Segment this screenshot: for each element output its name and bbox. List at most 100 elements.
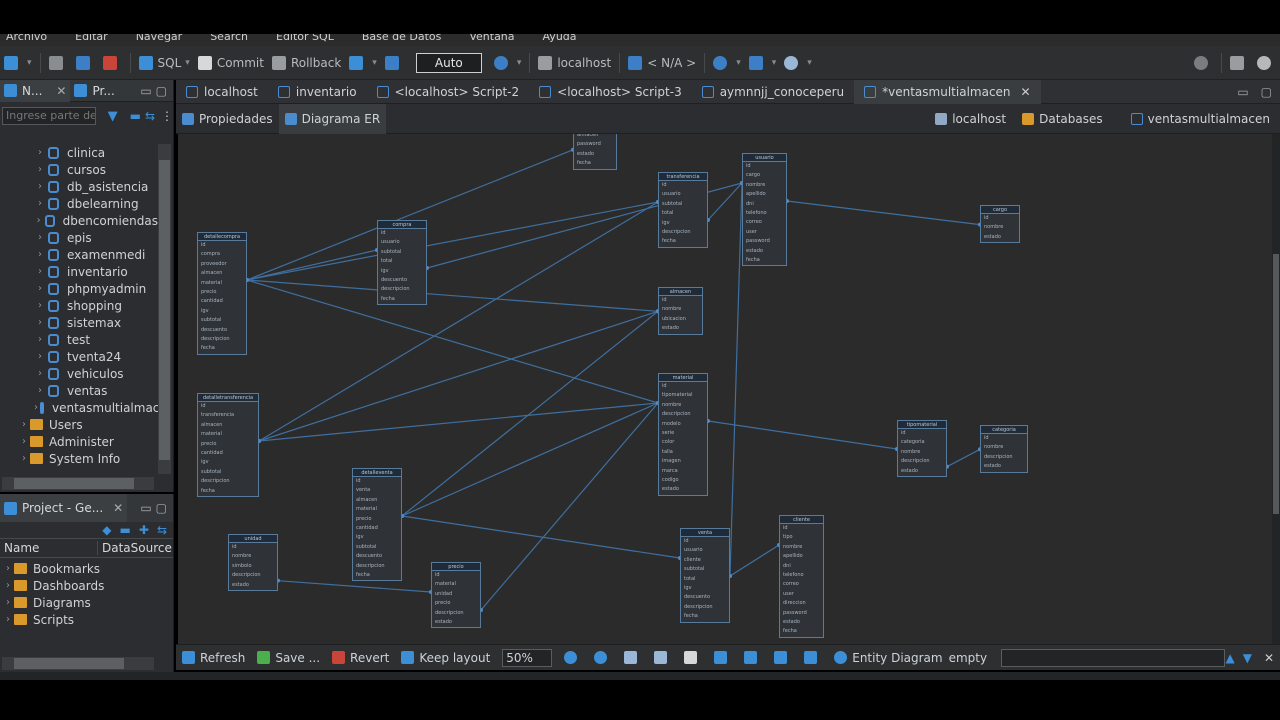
sql-editor-button[interactable]: SQL ▾ bbox=[135, 51, 194, 75]
revert-button[interactable]: Revert bbox=[326, 651, 395, 665]
tree-item-database[interactable]: › cursos bbox=[0, 161, 158, 178]
column-datasource[interactable]: DataSource bbox=[98, 541, 172, 555]
lock-button[interactable] bbox=[381, 51, 408, 75]
zoom-in-button[interactable] bbox=[558, 651, 588, 664]
history-button[interactable]: ▾ bbox=[490, 51, 526, 75]
collapse-icon[interactable]: ▬ bbox=[120, 523, 131, 537]
tree-item-database[interactable]: › inventario bbox=[0, 263, 158, 280]
link-icon[interactable]: ⇆ bbox=[157, 523, 167, 537]
chevron-right-icon[interactable]: › bbox=[34, 266, 46, 277]
tree-item-folder[interactable]: › System Info bbox=[0, 450, 158, 467]
tab-diagrama-er[interactable]: Diagrama ER bbox=[278, 103, 387, 134]
chevron-right-icon[interactable]: › bbox=[18, 453, 30, 464]
entity-table[interactable]: detalleventa id venta almacen material precio… bbox=[352, 468, 402, 582]
tree-item-database[interactable]: › ventas bbox=[0, 382, 158, 399]
export-button[interactable] bbox=[798, 651, 828, 664]
minimize-icon[interactable]: ▭ bbox=[140, 84, 151, 98]
entity-table[interactable]: categoria id nombre descripcion estado bbox=[980, 425, 1028, 473]
editor-tab[interactable]: *ventasmultialmacen ✕ bbox=[854, 79, 1041, 104]
commit-button[interactable]: Commit bbox=[194, 51, 268, 75]
disconnect-button[interactable] bbox=[99, 51, 126, 75]
chevron-right-icon[interactable]: › bbox=[34, 300, 46, 311]
tree-item-database[interactable]: › examenmedi bbox=[0, 246, 158, 263]
close-icon[interactable]: ✕ bbox=[56, 84, 66, 98]
entity-table[interactable]: transferencia id usuario subtotal total igv de… bbox=[658, 172, 708, 248]
maximize-icon[interactable]: ▢ bbox=[156, 501, 167, 515]
diagram-vertical-scrollbar[interactable] bbox=[1272, 134, 1280, 644]
tools-button[interactable]: ▾ bbox=[745, 51, 781, 75]
settings-button[interactable]: Entity Diagram empty bbox=[828, 651, 993, 665]
filter-icon[interactable]: ▼ bbox=[108, 109, 118, 124]
configure-icon[interactable]: ◆ bbox=[102, 523, 111, 537]
menu-item[interactable]: Base de Datos bbox=[362, 34, 442, 43]
commit-mode-field[interactable]: Auto bbox=[415, 52, 482, 73]
zoom-out-button[interactable] bbox=[588, 651, 618, 664]
dbeaver-perspective-button[interactable] bbox=[1253, 51, 1280, 75]
tab-projects[interactable]: Pr... bbox=[70, 80, 118, 102]
invalidate-button[interactable] bbox=[72, 51, 99, 75]
project-horizontal-scrollbar[interactable] bbox=[2, 657, 154, 670]
save-button[interactable]: Save ... bbox=[251, 651, 326, 665]
notes-button[interactable] bbox=[708, 651, 738, 664]
entity-table[interactable]: almacen id nombre ubicacion estado bbox=[658, 287, 703, 335]
tree-item-database[interactable]: › clinica bbox=[0, 144, 158, 161]
tree-item-database[interactable]: › vehiculos bbox=[0, 365, 158, 382]
menu-icon[interactable]: ⋮ bbox=[161, 109, 173, 123]
link-icon[interactable]: ⇆ bbox=[145, 109, 155, 123]
chevron-right-icon[interactable]: › bbox=[2, 597, 14, 608]
entity-table[interactable]: detalletransferencia id transferencia almac… bbox=[197, 393, 259, 497]
db-navigator-button[interactable]: ▾ bbox=[0, 51, 36, 75]
chevron-right-icon[interactable]: › bbox=[18, 436, 30, 447]
breadcrumb-connection[interactable]: localhost bbox=[929, 104, 1012, 134]
editor-tab[interactable]: aymnnjj_conoceperu bbox=[692, 80, 854, 104]
menu-item[interactable]: Search bbox=[210, 34, 248, 43]
chevron-right-icon[interactable]: › bbox=[34, 402, 38, 413]
tree-item-folder[interactable]: › Users bbox=[0, 416, 158, 433]
chevron-right-icon[interactable]: › bbox=[34, 385, 46, 396]
breadcrumb-database[interactable]: ventasmultialmacen bbox=[1125, 104, 1276, 134]
editor-tab[interactable]: <localhost> Script-3 bbox=[529, 80, 692, 104]
keep-layout-button[interactable]: Keep layout bbox=[395, 651, 496, 665]
maximize-icon[interactable]: ▢ bbox=[156, 84, 167, 98]
fit-button[interactable] bbox=[618, 651, 648, 664]
project-item[interactable]: › Bookmarks bbox=[0, 560, 173, 577]
project-item[interactable]: › Diagrams bbox=[0, 594, 173, 611]
navigator-filter-input[interactable]: Ingrese parte del nombre bbox=[2, 107, 96, 125]
active-connection-selector[interactable]: localhost bbox=[534, 51, 615, 75]
chevron-right-icon[interactable]: › bbox=[2, 580, 14, 591]
chevron-right-icon[interactable]: › bbox=[34, 215, 43, 226]
tree-item-folder[interactable]: › Administer bbox=[0, 433, 158, 450]
close-icon[interactable]: ✕ bbox=[1021, 85, 1031, 99]
tab-project-general[interactable]: Project - Ge... ✕ bbox=[0, 494, 128, 522]
maximize-icon[interactable]: ▢ bbox=[1261, 85, 1272, 99]
minimize-icon[interactable]: ▭ bbox=[1237, 85, 1248, 99]
er-diagram-canvas[interactable]: almacen password estado fecha transferencia i… bbox=[178, 134, 1272, 644]
entity-table[interactable]: usuario id cargo nombre apellido dni telefono c… bbox=[742, 153, 787, 267]
tree-item-database[interactable]: › dbencomiendas bbox=[0, 212, 158, 229]
menu-item[interactable]: Archivo bbox=[6, 34, 47, 43]
previous-icon[interactable]: ▲ bbox=[1225, 651, 1234, 665]
project-item[interactable]: › Scripts bbox=[0, 611, 173, 628]
tree-item-database[interactable]: › test bbox=[0, 331, 158, 348]
menu-item[interactable]: Ventana bbox=[469, 34, 514, 43]
entity-table[interactable]: venta id usuario cliente subtotal total igv des… bbox=[680, 528, 730, 623]
entity-table[interactable]: almacen password estado fecha bbox=[573, 134, 617, 170]
entity-table[interactable]: compra id usuario subtotal total igv descuento… bbox=[377, 220, 427, 306]
navigator-horizontal-scrollbar[interactable] bbox=[2, 477, 154, 490]
add-icon[interactable]: ✚ bbox=[139, 523, 149, 537]
menu-item[interactable]: Navegar bbox=[136, 34, 183, 43]
minimize-icon[interactable]: ▭ bbox=[140, 501, 151, 515]
tab-database-navigator[interactable]: N... ✕ bbox=[0, 79, 71, 102]
column-name[interactable]: Name bbox=[0, 541, 98, 555]
move-button[interactable] bbox=[678, 651, 708, 664]
tree-item-database[interactable]: › phpmyadmin bbox=[0, 280, 158, 297]
project-item[interactable]: › Dashboards bbox=[0, 577, 173, 594]
entity-table[interactable]: detallecompra id compra proveedor almacen mat… bbox=[197, 232, 247, 355]
grid-button[interactable] bbox=[648, 651, 678, 664]
tree-item-database[interactable]: ›ventasmultialmacen bbox=[0, 399, 158, 416]
next-icon[interactable]: ▼ bbox=[1243, 651, 1252, 665]
dashboard-button[interactable]: ▾ bbox=[709, 51, 745, 75]
chevron-right-icon[interactable]: › bbox=[34, 317, 46, 328]
chevron-right-icon[interactable]: › bbox=[34, 164, 46, 175]
global-search-button[interactable] bbox=[1190, 51, 1217, 75]
